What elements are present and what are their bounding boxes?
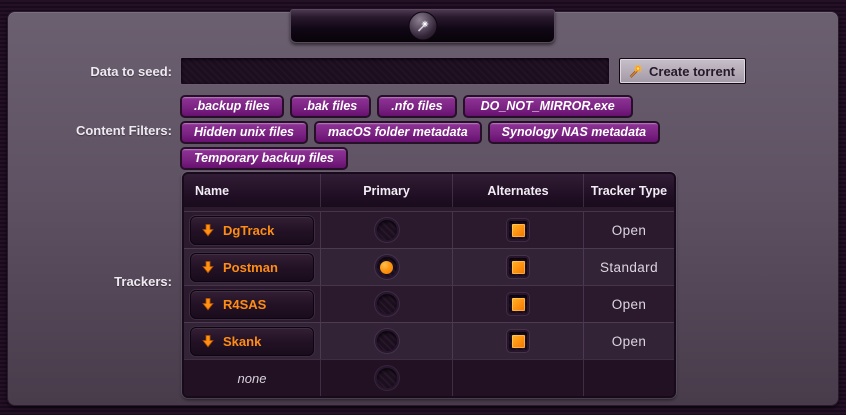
app-window: Data to seed: Create torrent Content Fil… — [0, 0, 846, 415]
download-arrow-icon — [201, 334, 215, 348]
trackers-table: Name Primary Alternates Tracker Type DgT… — [182, 172, 676, 398]
filter-chip[interactable]: .backup files — [180, 95, 284, 118]
tracker-type-value: Open — [612, 297, 647, 312]
primary-radio[interactable] — [375, 255, 399, 279]
filter-chip[interactable]: DO_NOT_MIRROR.exe — [463, 95, 633, 118]
tracker-name-button[interactable]: R4SAS — [190, 290, 314, 319]
tracker-type-value: Standard — [600, 260, 658, 275]
tracker-type-value: Open — [612, 334, 647, 349]
filter-chip[interactable]: Synology NAS metadata — [488, 121, 660, 144]
tracker-name-button[interactable]: Skank — [190, 327, 314, 356]
magic-wand-knob-button[interactable] — [408, 12, 437, 41]
alternates-checkbox[interactable] — [507, 219, 529, 241]
alternates-checkbox[interactable] — [507, 293, 529, 315]
tracker-none-label: none — [238, 371, 267, 386]
alternates-checkbox[interactable] — [507, 330, 529, 352]
content-filters-label: Content Filters: — [0, 123, 172, 138]
tracker-name-button[interactable]: Postman — [190, 253, 314, 282]
seed-input[interactable] — [180, 57, 610, 85]
trackers-label: Trackers: — [0, 274, 172, 289]
filter-chip[interactable]: Hidden unix files — [180, 121, 308, 144]
table-row: Skank — [184, 322, 321, 359]
table-row: none — [184, 359, 321, 396]
download-arrow-icon — [201, 260, 215, 274]
create-torrent-button[interactable]: Create torrent — [619, 58, 746, 84]
magic-wand-icon — [627, 63, 644, 80]
column-header-name: Name — [184, 174, 321, 207]
data-to-seed-label: Data to seed: — [0, 64, 172, 79]
alternates-checkbox[interactable] — [507, 256, 529, 278]
table-row: DgTrack — [184, 211, 321, 248]
download-arrow-icon — [201, 297, 215, 311]
filter-chip[interactable]: macOS folder metadata — [314, 121, 482, 144]
primary-radio[interactable] — [375, 329, 399, 353]
primary-radio[interactable] — [375, 292, 399, 316]
filter-chip[interactable]: .bak files — [290, 95, 372, 118]
column-header-primary: Primary — [321, 174, 453, 207]
tracker-type-value: Open — [612, 223, 647, 238]
filter-chip[interactable]: Temporary backup files — [180, 147, 348, 170]
column-header-alternates: Alternates — [453, 174, 584, 207]
download-arrow-icon — [201, 223, 215, 237]
magic-wand-icon — [415, 18, 431, 34]
table-row: Postman — [184, 248, 321, 285]
create-torrent-label: Create torrent — [649, 64, 735, 79]
wizard-drawer-handle[interactable] — [290, 9, 555, 43]
table-row: R4SAS — [184, 285, 321, 322]
primary-radio[interactable] — [375, 366, 399, 390]
primary-radio[interactable] — [375, 218, 399, 242]
filter-chip[interactable]: .nfo files — [377, 95, 456, 118]
content-filter-chips: .backup files .bak files .nfo files DO_N… — [180, 95, 720, 170]
column-header-tracker-type: Tracker Type — [584, 174, 674, 207]
tracker-name-button[interactable]: DgTrack — [190, 216, 314, 245]
